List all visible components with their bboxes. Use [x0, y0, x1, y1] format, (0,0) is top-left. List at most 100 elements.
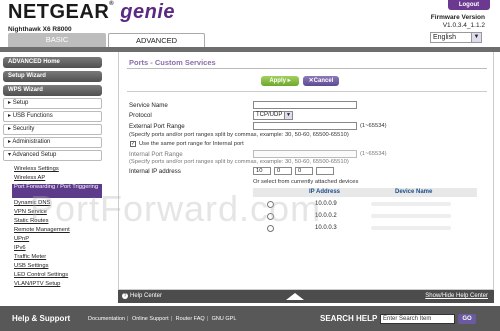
sidebar-advanced-home[interactable]: ADVANCED Home	[3, 57, 102, 68]
ip-octet-2[interactable]: 0	[274, 167, 292, 175]
table-row[interactable]: 10.0.0.3	[253, 223, 477, 234]
device-column-header: Device Name	[395, 189, 433, 195]
sidebar-sub-static-routes[interactable]: Static Routes	[14, 218, 48, 224]
sidebar-setup-wizard[interactable]: Setup Wizard	[3, 71, 102, 82]
tab-basic[interactable]: BASIC	[8, 33, 106, 47]
sidebar-sub-ipv6[interactable]: IPv6	[14, 245, 26, 251]
sidebar-wps-wizard[interactable]: WPS Wizard	[3, 85, 102, 96]
sidebar-item-administration[interactable]: ▸ Administration	[3, 137, 102, 148]
tab-advanced[interactable]: ADVANCED	[108, 33, 205, 47]
expand-arrow-icon[interactable]	[286, 293, 304, 300]
device-ip: 10.0.0.3	[315, 225, 337, 231]
sidebar-sub-wireless-settings[interactable]: Wireless Settings	[14, 166, 59, 172]
help-center-link[interactable]: ? Help Center	[122, 293, 162, 299]
sidebar-item-setup[interactable]: ▸ Setup	[3, 98, 102, 109]
external-range-hint: (1~65534)	[360, 123, 387, 129]
model-name: Nighthawk X6 R8000	[8, 26, 72, 33]
sidebar-sub-usb-settings[interactable]: USB Settings	[14, 263, 48, 269]
service-name-input[interactable]	[253, 101, 357, 109]
sidebar-item-label: Setup	[12, 100, 29, 106]
apply-button[interactable]: Apply ▸	[261, 76, 299, 86]
select-device-hint: Or select from currently attached device…	[253, 179, 359, 185]
chevron-down-icon: ▼	[284, 112, 292, 119]
internal-range-hint: (1~65534)	[360, 151, 387, 157]
sidebar-sub-dynamic-dns[interactable]: Dynamic DNS	[14, 200, 50, 206]
sidebar-sub-remote-management[interactable]: Remote Management	[14, 227, 70, 233]
sidebar-sub-vpn-service[interactable]: VPN Service	[14, 209, 47, 215]
device-radio[interactable]	[267, 213, 274, 220]
show-hide-help-link[interactable]: Show/Hide Help Center	[425, 293, 488, 299]
firmware-label: Firmware Version	[430, 14, 485, 21]
device-radio[interactable]	[267, 201, 274, 208]
sidebar-sub-traffic-meter[interactable]: Traffic Meter	[14, 254, 46, 260]
sidebar-item-usb-functions[interactable]: ▸ USB Functions	[3, 111, 102, 122]
service-name-label: Service Name	[129, 102, 168, 109]
sidebar-item-label: Administration	[12, 139, 51, 145]
checkmark-icon: ✓	[131, 141, 136, 147]
online-support-link[interactable]: Online Support	[132, 316, 169, 322]
sidebar-sub-upnp[interactable]: UPnP	[14, 236, 29, 242]
device-name-redacted	[371, 202, 451, 206]
separator: |	[170, 316, 173, 322]
brand-genie-text: genie	[120, 1, 176, 23]
search-go-button[interactable]: GO	[458, 314, 476, 324]
search-help-label: SEARCH HELP	[320, 314, 378, 323]
help-icon: ?	[122, 293, 128, 299]
protocol-select[interactable]: TCP/UDP ▼	[253, 111, 293, 120]
sidebar-item-advanced-setup[interactable]: ▾ Advanced Setup	[3, 150, 102, 161]
sidebar-item-label: Security	[12, 126, 35, 132]
ip-octet-3[interactable]: 0	[295, 167, 313, 175]
page-title: Ports - Custom Services	[129, 58, 216, 67]
firmware-version: V1.0.3.4_1.1.2	[442, 22, 485, 29]
help-bar: ? Help Center Show/Hide Help Center	[118, 290, 494, 303]
external-port-input[interactable]	[253, 122, 357, 130]
logout-button[interactable]: Logout	[448, 0, 490, 10]
internal-port-label: Internal Port Range	[129, 151, 183, 158]
brand-reg: ®	[109, 1, 115, 7]
sidebar: ADVANCED Home Setup Wizard WPS Wizard ▸ …	[0, 52, 103, 304]
table-header: IP Address Device Name	[253, 188, 477, 197]
arrow-right-icon: ▸	[287, 78, 291, 84]
protocol-label: Protocol	[129, 112, 152, 119]
cancel-button[interactable]: ✕Cancel	[303, 76, 339, 86]
sidebar-sub-wireless-ap[interactable]: Wireless AP	[14, 175, 45, 181]
sidebar-sub-vlan-iptv[interactable]: VLAN/IPTV Setup	[14, 281, 60, 287]
same-port-checkbox[interactable]: ✓	[130, 141, 136, 147]
footer-links: Documentation | Online Support | Router FA…	[88, 316, 238, 322]
main-panel: Ports - Custom Services Apply ▸ ✕Cancel …	[118, 52, 494, 290]
help-support-title: Help & Support	[12, 314, 71, 323]
sidebar-item-security[interactable]: ▸ Security	[3, 124, 102, 135]
sidebar-sub-port-forwarding[interactable]: Port Forwarding / Port Triggering	[12, 184, 102, 198]
device-ip: 10.0.0.9	[315, 201, 337, 207]
search-input[interactable]: Enter Search Item	[380, 314, 455, 324]
device-ip: 10.0.0.2	[315, 213, 337, 219]
device-radio[interactable]	[267, 225, 274, 232]
table-row[interactable]: 10.0.0.9	[253, 199, 477, 210]
ip-octet-4[interactable]	[316, 167, 334, 175]
language-select[interactable]: English ▼	[430, 32, 482, 43]
device-name-redacted	[371, 214, 451, 218]
help-center-label: Help Center	[130, 293, 163, 299]
footer: Help & Support Documentation | Online Sup…	[0, 306, 500, 331]
gnu-gpl-link[interactable]: GNU GPL	[212, 316, 237, 322]
router-faq-link[interactable]: Router FAQ	[176, 316, 205, 322]
external-port-label: External Port Range	[129, 123, 185, 130]
documentation-link[interactable]: Documentation	[88, 316, 125, 322]
ip-octet-1[interactable]: 10	[253, 167, 271, 175]
divider	[127, 68, 487, 69]
sidebar-item-label: Advanced Setup	[12, 152, 57, 158]
brand-text: NETGEAR	[8, 1, 110, 23]
protocol-value: TCP/UDP	[256, 112, 283, 118]
separator: |	[127, 316, 129, 322]
sidebar-sub-led-control[interactable]: LED Control Settings	[14, 272, 68, 278]
internal-port-input[interactable]	[253, 150, 357, 158]
sidebar-item-label: USB Functions	[12, 113, 53, 119]
table-row[interactable]: 10.0.0.2	[253, 211, 477, 222]
chevron-down-icon: ▼	[471, 33, 481, 42]
cancel-label: Cancel	[313, 78, 334, 84]
internal-ip-label: Internal IP address	[129, 168, 181, 175]
internal-port-hint: (Specify ports and/or port ranges split …	[129, 159, 349, 165]
device-name-redacted	[371, 226, 451, 230]
same-port-label: Use the same port range for Internal por…	[139, 141, 244, 147]
external-port-hint: (Specify ports and/or port ranges split …	[129, 132, 349, 138]
